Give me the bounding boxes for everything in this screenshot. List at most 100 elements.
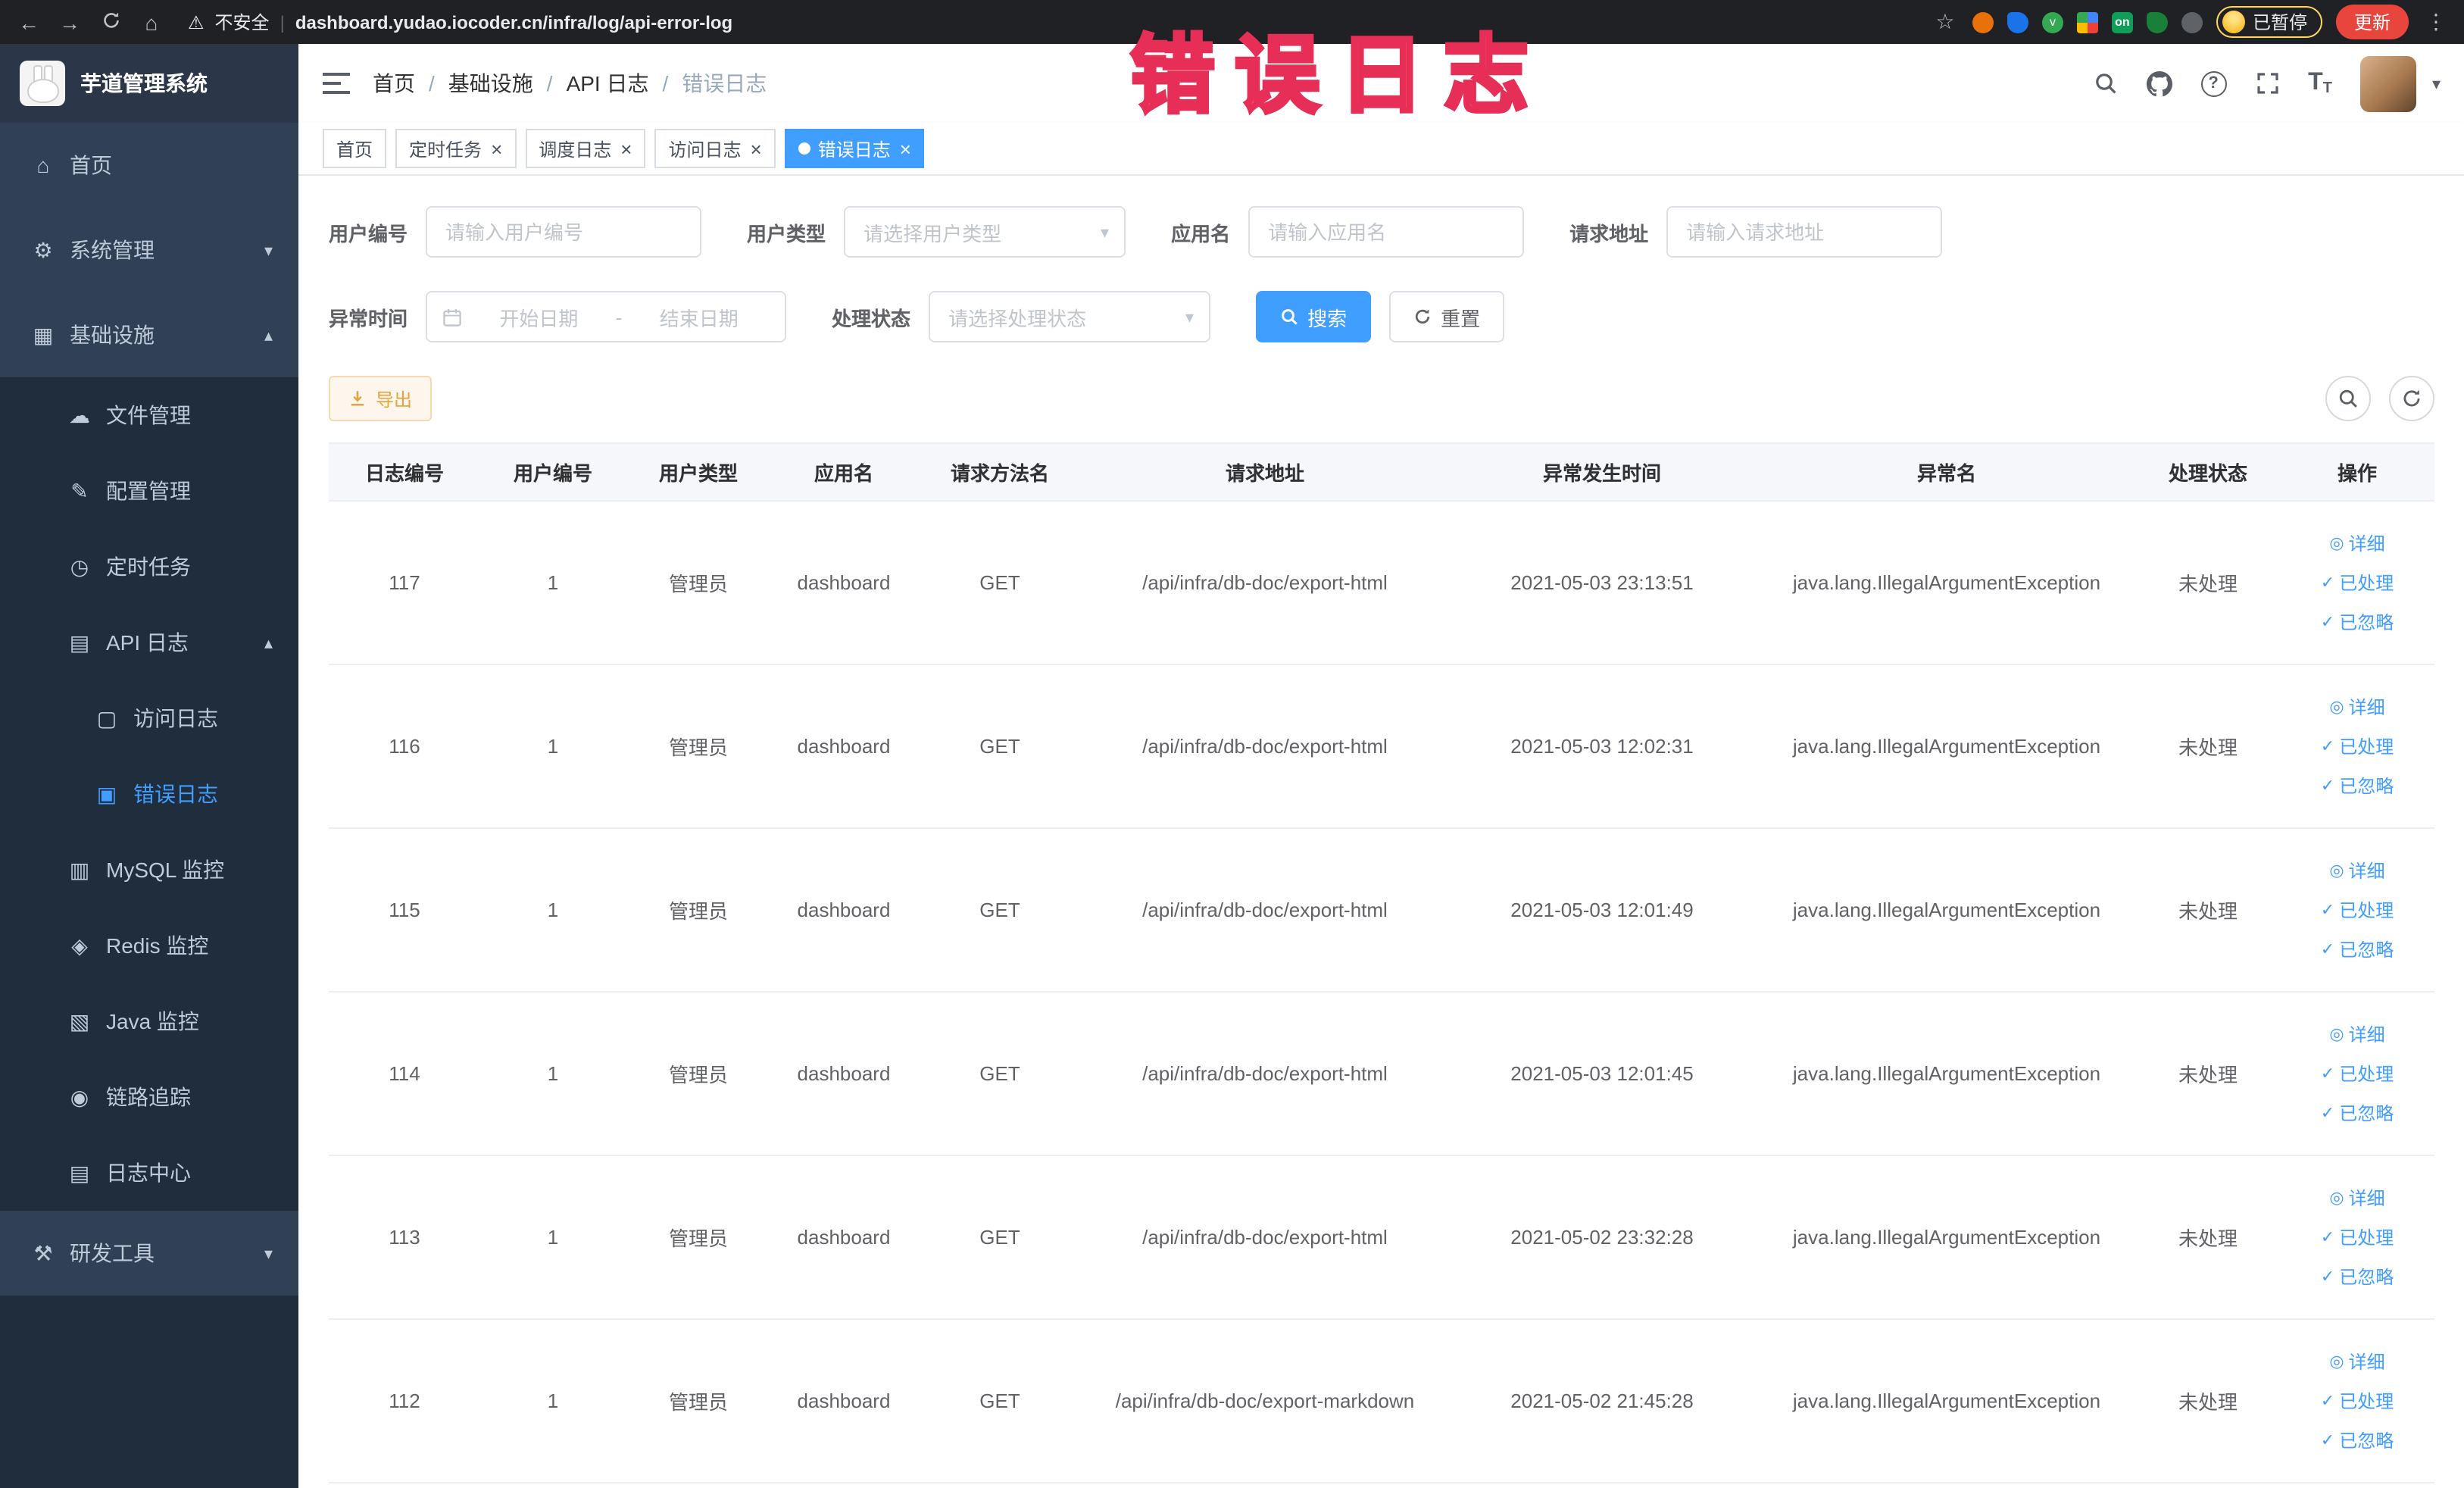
forward-icon[interactable]: → (56, 10, 83, 34)
sidebar-item-redis[interactable]: ◈ Redis 监控 (0, 908, 298, 983)
breadcrumb-item[interactable]: API 日志 (567, 68, 649, 98)
sidebar-item-api-log[interactable]: ▤ API 日志 ▴ (0, 605, 298, 680)
address-bar[interactable]: ⚠ 不安全 | dashboard.yudao.iocoder.cn/infra… (188, 9, 732, 35)
extension-icon[interactable] (2006, 11, 2028, 33)
extension-icon[interactable] (2181, 11, 2203, 33)
close-tab-icon[interactable]: × (620, 139, 632, 158)
refresh-table-button[interactable] (2389, 376, 2434, 421)
cell-method: GET (917, 664, 1083, 829)
user-avatar[interactable] (2360, 55, 2417, 111)
breadcrumb-item[interactable]: 基础设施 (448, 68, 533, 98)
ignore-link[interactable]: ✓ 已忽略 (2289, 930, 2425, 969)
cell-time: 2021-05-03 12:01:45 (1447, 992, 1757, 1156)
sidebar-item-error-log[interactable]: ▣ 错误日志 (0, 756, 298, 832)
timer-icon: ◷ (70, 554, 89, 578)
ignore-link[interactable]: ✓ 已忽略 (2289, 1093, 2425, 1133)
extension-icon[interactable] (2076, 11, 2098, 33)
profile-paused-badge[interactable]: 已暂停 (2216, 6, 2322, 38)
search-button-label: 搜索 (1307, 307, 1348, 330)
ignore-link[interactable]: ✓ 已忽略 (2289, 766, 2425, 805)
close-tab-icon[interactable]: × (751, 139, 762, 158)
sidebar-item-log-center[interactable]: ▤ 日志中心 (0, 1135, 298, 1211)
sidebar-item-job[interactable]: ◷ 定时任务 (0, 529, 298, 605)
processed-link[interactable]: ✓ 已处理 (2289, 563, 2425, 602)
breadcrumb-item[interactable]: 首页 (373, 68, 415, 98)
cell-actions: ◎ 详细 ✓ 已处理 ✓ 已忽略 (2280, 664, 2434, 829)
cell-url: /api/infra/db-doc/export-html (1083, 501, 1447, 665)
tab-error-log[interactable]: 错误日志 × (784, 129, 925, 168)
cell-status: 未处理 (2136, 1319, 2280, 1483)
github-icon[interactable] (2146, 70, 2172, 96)
extension-icon[interactable]: v (2041, 11, 2063, 33)
reset-button[interactable]: 重置 (1389, 291, 1505, 342)
sidebar-item-mysql[interactable]: ▥ MySQL 监控 (0, 832, 298, 908)
hamburger-icon[interactable] (323, 71, 350, 95)
font-size-icon[interactable]: TT (2308, 70, 2332, 97)
bookmark-star-icon[interactable]: ☆ (1932, 9, 1959, 35)
tab-access-log[interactable]: 访问日志 × (654, 129, 776, 168)
filter-exception-time: 异常时间 开始日期 - 结束日期 (329, 291, 787, 342)
fullscreen-icon[interactable] (2255, 71, 2279, 95)
processed-link[interactable]: ✓ 已处理 (2289, 727, 2425, 766)
tab-job[interactable]: 定时任务 × (395, 129, 517, 168)
ignore-link[interactable]: ✓ 已忽略 (2289, 1421, 2425, 1460)
filter-app-name: 应用名 (1171, 206, 1525, 258)
help-icon[interactable]: ? (2200, 70, 2227, 96)
processed-link[interactable]: ✓ 已处理 (2289, 890, 2425, 930)
browser-menu-icon[interactable]: ⋮ (2422, 9, 2450, 35)
chevron-down-icon[interactable]: ▾ (2432, 73, 2441, 93)
sidebar-item-java[interactable]: ▧ Java 监控 (0, 983, 298, 1059)
detail-link[interactable]: ◎ 详细 (2289, 1178, 2425, 1218)
cell-time: 2021-05-03 23:13:51 (1447, 501, 1757, 665)
user-id-input[interactable] (426, 206, 702, 258)
ignore-link[interactable]: ✓ 已忽略 (2289, 602, 2425, 642)
detail-link[interactable]: ◎ 详细 (2289, 524, 2425, 563)
tab-home[interactable]: 首页 (323, 129, 387, 168)
ignore-link[interactable]: ✓ 已忽略 (2289, 1257, 2425, 1296)
sidebar-item-trace[interactable]: ◉ 链路追踪 (0, 1059, 298, 1135)
logo[interactable]: 芋道管理系统 (0, 44, 298, 123)
sidebar-item-dev-tools[interactable]: ⚒ 研发工具 ▾ (0, 1211, 298, 1296)
detail-link[interactable]: ◎ 详细 (2289, 1342, 2425, 1381)
infra-icon: ▦ (33, 322, 54, 346)
sidebar-item-access-log[interactable]: ▢ 访问日志 (0, 680, 298, 756)
detail-link[interactable]: ◎ 详细 (2289, 1014, 2425, 1054)
processed-link[interactable]: ✓ 已处理 (2289, 1218, 2425, 1257)
reload-icon[interactable] (97, 10, 124, 34)
back-icon[interactable]: ← (15, 10, 42, 34)
update-button[interactable]: 更新 (2335, 5, 2409, 39)
close-tab-icon[interactable]: × (900, 139, 911, 158)
table-header-row: 日志编号 用户编号 用户类型 应用名 请求方法名 请求地址 异常发生时间 异常名 处理状态 操作 (329, 442, 2434, 502)
sidebar-item-home[interactable]: ⌂ 首页 (0, 123, 298, 208)
exception-time-range-picker[interactable]: 开始日期 - 结束日期 (426, 291, 787, 342)
detail-link[interactable]: ◎ 详细 (2289, 687, 2425, 727)
extension-icon[interactable] (1972, 11, 1994, 33)
close-tab-icon[interactable]: × (491, 139, 502, 158)
extension-icon[interactable] (2146, 11, 2168, 33)
java-icon: ▧ (69, 1008, 90, 1033)
extension-icon[interactable]: on (2111, 11, 2133, 33)
chevron-down-icon: ▾ (264, 242, 273, 260)
tab-job-log[interactable]: 调度日志 × (525, 129, 646, 168)
search-button[interactable]: 搜索 (1256, 291, 1372, 342)
processed-link[interactable]: ✓ 已处理 (2289, 1381, 2425, 1421)
processed-link[interactable]: ✓ 已处理 (2289, 1054, 2425, 1093)
breadcrumb-separator: / (546, 71, 553, 95)
toggle-search-button[interactable] (2325, 376, 2371, 421)
user-type-select[interactable]: 请选择用户类型 ▾ (844, 206, 1126, 258)
sidebar-item-infra[interactable]: ▦ 基础设施 ▴ (0, 292, 298, 377)
chevron-down-icon: ▾ (1185, 308, 1195, 327)
browser-home-icon[interactable]: ⌂ (138, 10, 165, 34)
request-url-input[interactable] (1666, 206, 1943, 258)
app-name-input[interactable] (1248, 206, 1525, 258)
sidebar-item-file[interactable]: ☁ 文件管理 (0, 377, 298, 453)
breadcrumb-separator: / (429, 71, 435, 95)
sidebar-item-config[interactable]: ✎ 配置管理 (0, 453, 298, 529)
sidebar-item-system[interactable]: ⚙ 系统管理 ▾ (0, 208, 298, 292)
process-status-select[interactable]: 请选择处理状态 ▾ (929, 291, 1211, 342)
export-button[interactable]: 导出 (329, 376, 433, 421)
action-label: 详细 (2348, 1187, 2385, 1208)
detail-link[interactable]: ◎ 详细 (2289, 851, 2425, 890)
cell-status: 未处理 (2136, 1155, 2280, 1320)
search-icon[interactable] (2093, 71, 2117, 95)
